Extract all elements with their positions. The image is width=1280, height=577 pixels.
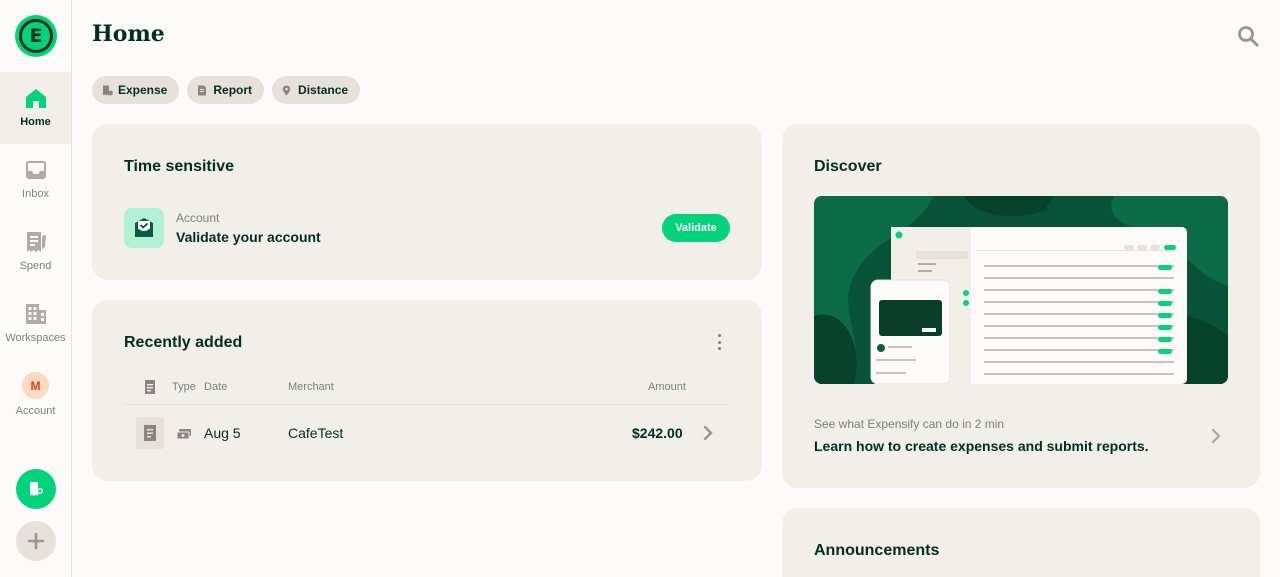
announcements-card: Announcements [782,508,1260,577]
search-icon [1238,26,1259,47]
recently-added-title: Recently added [124,334,243,351]
nav-item-account[interactable]: M Account [0,360,71,432]
row-amount: $242.00 [632,425,683,441]
nav-item-workspaces[interactable]: Workspaces [0,288,71,360]
kebab-dot [717,347,721,350]
time-sensitive-text: Validate your account [176,229,321,245]
report-chip-button[interactable]: Report [187,76,265,104]
nav-label-home: Home [20,116,51,128]
discover-preview-image[interactable] [814,196,1228,384]
more-options-button[interactable] [714,334,724,350]
column-header-amount[interactable]: Amount [648,381,686,393]
kebab-dot [717,334,721,337]
expense-chip-label: Expense [118,83,168,97]
quick-actions: Expense Report Distance [92,76,361,104]
inbox-icon [24,158,48,182]
building-icon [24,302,48,326]
time-sensitive-category: Account [176,211,220,225]
time-sensitive-card: Time sensitive Account Validate your acc… [92,124,762,280]
discover-card[interactable]: Discover See what Expensify can do in 2 … [782,124,1260,488]
nav-item-inbox[interactable]: Inbox [0,144,71,216]
discover-subtitle: See what Expensify can do in 2 min [814,417,1005,431]
new-expense-fab-button[interactable] [16,469,56,509]
column-header-date[interactable]: Date [204,381,227,393]
distance-chip-button[interactable]: Distance [272,76,361,104]
distance-chip-label: Distance [298,83,349,97]
report-icon [197,85,208,96]
nav-label-account: Account [15,405,56,417]
receipt-thumbnail [136,417,164,449]
receipt-icon [24,230,48,254]
discover-title: Discover [814,158,882,175]
receipt-icon [144,425,156,441]
chevron-right-icon[interactable] [702,425,714,441]
row-merchant: CafeTest [288,425,344,441]
validate-icon [124,208,164,248]
sidebar: E Home Inbox Spend Workspaces M Account [0,0,72,577]
nav-label-inbox: Inbox [22,188,49,200]
receipt-column-icon [144,379,156,398]
nav-item-home[interactable]: Home [0,72,71,144]
add-button[interactable] [16,521,56,561]
avatar: M [22,372,49,399]
time-sensitive-title: Time sensitive [124,158,234,175]
column-header-merchant[interactable]: Merchant [288,381,334,393]
logo-letter: E [19,19,53,53]
home-icon [24,86,48,110]
column-header-type[interactable]: Type [172,381,196,393]
cash-icon [176,427,192,443]
receipt-plus-icon [30,482,43,496]
nav-label-spend: Spend [19,260,52,272]
validate-button[interactable]: Validate [662,214,730,242]
expense-chip-button[interactable]: Expense [92,76,180,104]
row-date: Aug 5 [204,425,241,441]
plus-icon [27,532,45,550]
recently-added-card: Recently added Type Date Merchant Amount… [92,300,762,481]
announcements-title: Announcements [814,542,940,559]
kebab-dot [717,340,721,344]
search-button[interactable] [1236,24,1260,48]
nav-label-workspaces: Workspaces [5,332,66,344]
nav-item-spend[interactable]: Spend [0,216,71,288]
expense-icon [102,85,113,96]
report-chip-label: Report [213,83,253,97]
discover-headline[interactable]: Learn how to create expenses and submit … [814,438,1149,454]
distance-icon [282,85,293,96]
page-title: Home [92,21,165,47]
expensify-logo[interactable]: E [15,15,57,57]
table-divider [124,404,730,405]
chevron-right-icon[interactable] [1210,428,1222,444]
